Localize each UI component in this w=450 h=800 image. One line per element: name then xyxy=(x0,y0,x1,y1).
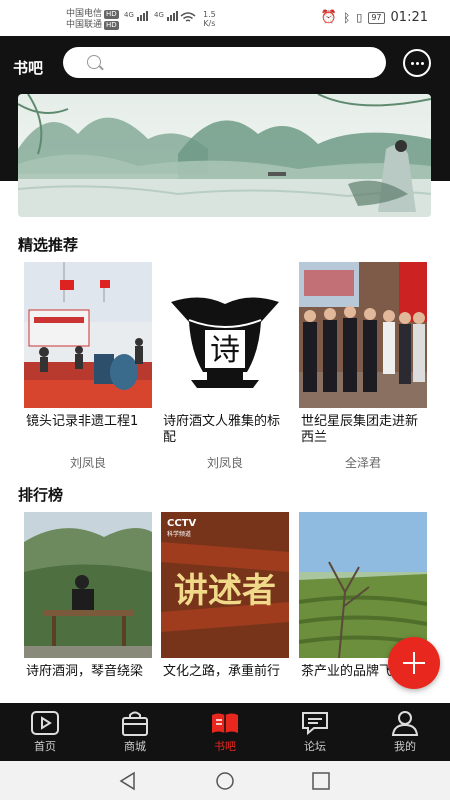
hd-badge: HD xyxy=(104,10,119,19)
tab-label: 论坛 xyxy=(304,740,326,753)
alarm-icon: ⏰ xyxy=(320,10,338,25)
carrier-1: 中国电信 xyxy=(66,9,103,19)
tab-label: 首页 xyxy=(34,740,56,753)
card-thumbnail: CCTV 科学频道 讲述者 xyxy=(161,512,289,658)
ranking-card-1[interactable]: 诗府酒洞，琴音绕梁 xyxy=(24,512,152,696)
banner-image[interactable] xyxy=(18,94,431,217)
card-thumbnail xyxy=(24,262,152,408)
wifi-icon xyxy=(180,12,196,22)
clock: 01:21 xyxy=(390,10,428,25)
battery-icon: 97 xyxy=(368,11,385,24)
featured-card-2[interactable]: 诗 诗府酒文人雅集的标配 刘凤良 xyxy=(161,262,289,471)
status-bar: 中国电信 HD 中国联通 HD 4G 4G 1.5 K/s ⏰ ᛒ ▯ 97 01:… xyxy=(0,0,450,36)
svg-text:诗: 诗 xyxy=(210,333,240,368)
svg-text:科学频道: 科学频道 xyxy=(167,530,191,538)
card-thumbnail xyxy=(299,262,427,408)
add-post-button[interactable] xyxy=(388,637,440,689)
featured-card-3[interactable]: 世纪星辰集团走进新西兰 全泽君 xyxy=(299,262,427,471)
svg-text:CCTV: CCTV xyxy=(167,518,196,529)
bottom-tab-bar: 首页 商城 书吧 论坛 我的 xyxy=(0,703,450,761)
tab-bookbar[interactable]: 书吧 xyxy=(180,703,270,761)
book-icon xyxy=(212,713,238,733)
card-author: 刘凤良 xyxy=(69,456,106,470)
card-thumbnail: 诗 xyxy=(161,262,289,408)
card-author: 刘凤良 xyxy=(206,456,243,470)
tab-label: 我的 xyxy=(394,740,416,753)
signal-1-icon: 4G xyxy=(124,11,149,21)
card-title: 镜头记录非遗工程1 xyxy=(26,414,139,429)
system-navigation-bar xyxy=(0,761,450,800)
card-thumbnail xyxy=(299,512,427,658)
vibrate-icon: ▯ xyxy=(356,11,363,24)
tab-forum[interactable]: 论坛 xyxy=(270,703,360,761)
ranking-card-2[interactable]: CCTV 科学频道 讲述者 文化之路，承重前行 xyxy=(161,512,289,696)
tab-label: 商城 xyxy=(124,740,146,753)
card-author: 全泽君 xyxy=(344,456,381,470)
carrier-2: 中国联通 xyxy=(66,20,103,30)
signal-2-icon: 4G xyxy=(154,11,179,21)
featured-card-1[interactable]: 镜头记录非遗工程1 刘凤良 xyxy=(24,262,152,471)
network-speed: 1.5 K/s xyxy=(203,10,216,28)
recents-icon[interactable] xyxy=(311,771,331,791)
card-title: 诗府酒文人雅集的标配 xyxy=(163,414,281,445)
card-title: 世纪星辰集团走进新西兰 xyxy=(301,414,419,445)
tab-shop[interactable]: 商城 xyxy=(90,703,180,761)
status-right: ⏰ ᛒ ▯ 97 01:21 xyxy=(321,10,428,25)
chat-bubble-icon xyxy=(302,712,328,736)
tab-label: 书吧 xyxy=(214,740,236,753)
page-title: 书吧 xyxy=(13,59,44,77)
featured-section-title: 精选推荐 xyxy=(18,236,79,254)
card-thumbnail xyxy=(24,512,152,658)
person-icon xyxy=(391,711,419,736)
shopping-bag-icon xyxy=(122,711,148,736)
home-circle-icon[interactable] xyxy=(215,771,235,791)
message-icon[interactable] xyxy=(403,49,431,77)
search-input[interactable] xyxy=(63,47,386,78)
back-icon[interactable] xyxy=(118,771,138,791)
card-title: 诗府酒洞，琴音绕梁 xyxy=(26,664,144,679)
svg-text:讲述者: 讲述者 xyxy=(174,571,276,611)
card-title: 文化之路，承重前行 xyxy=(163,664,281,679)
carrier-info: 中国电信 HD 中国联通 HD xyxy=(66,9,119,31)
search-icon xyxy=(87,55,101,69)
hd-badge-2: HD xyxy=(104,21,119,30)
play-square-icon xyxy=(31,711,59,735)
tab-home[interactable]: 首页 xyxy=(0,703,90,761)
bluetooth-icon: ᛒ xyxy=(343,10,351,25)
tab-profile[interactable]: 我的 xyxy=(360,703,450,761)
ranking-section-title: 排行榜 xyxy=(18,486,64,504)
